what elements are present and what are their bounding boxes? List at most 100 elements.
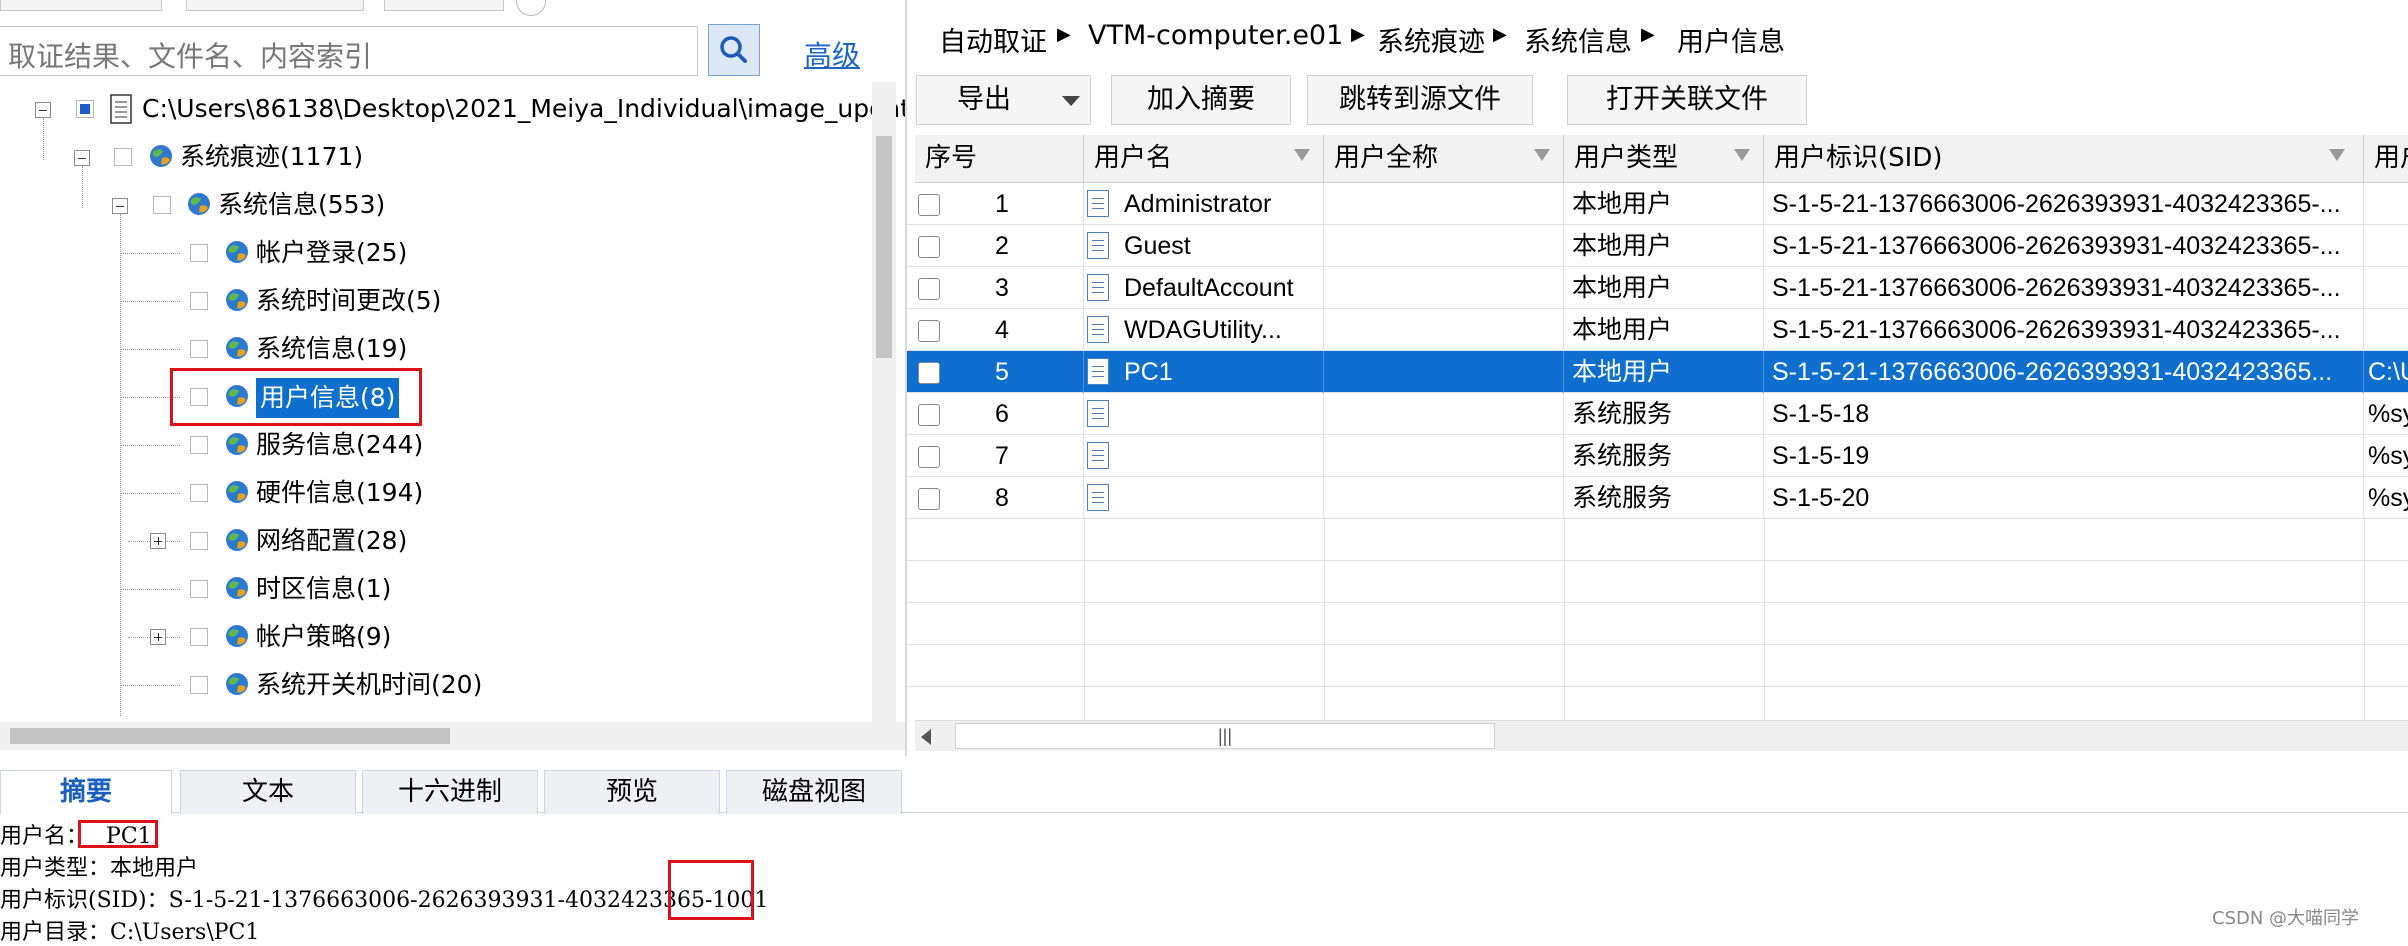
filter-icon[interactable] bbox=[1534, 149, 1550, 161]
globe-icon bbox=[224, 239, 250, 265]
search-input[interactable]: 取证结果、文件名、内容索引 bbox=[0, 26, 698, 76]
export-dropdown[interactable]: 导出 bbox=[916, 75, 1091, 125]
tree-item-power-times[interactable]: 系统开关机时间(20) bbox=[256, 668, 482, 702]
tree-checkbox[interactable] bbox=[153, 196, 171, 214]
cell-no: 4 bbox=[947, 309, 1084, 351]
tree-item-hardware-info[interactable]: 硬件信息(194) bbox=[256, 476, 423, 510]
breadcrumb-item-current[interactable]: 用户信息 bbox=[1677, 20, 1785, 59]
advanced-search-link[interactable]: 高级 bbox=[804, 34, 860, 74]
tree-root-path[interactable]: C:\Users\86138\Desktop\2021_Meiya_Indivi… bbox=[142, 92, 957, 126]
row-checkbox[interactable] bbox=[918, 446, 940, 468]
table-row[interactable]: 6 系统服务 S-1-5-18 %sys bbox=[907, 393, 2408, 435]
tab-summary[interactable]: 摘要 bbox=[0, 770, 172, 814]
tree-horizontal-scrollbar[interactable] bbox=[0, 722, 905, 750]
row-checkbox[interactable] bbox=[918, 362, 940, 384]
tab-disk-view[interactable]: 磁盘视图 bbox=[726, 770, 902, 814]
tree-item-account-login[interactable]: 帐户登录(25) bbox=[256, 236, 407, 270]
tree-vertical-scrollbar[interactable] bbox=[872, 82, 896, 722]
cell-extra bbox=[2364, 225, 2408, 267]
tree-item-system-info[interactable]: 系统信息(19) bbox=[256, 332, 407, 366]
table-row-selected[interactable]: 5 PC1 本地用户 S-1-5-21-1376663006-262639393… bbox=[907, 351, 2408, 393]
scroll-thumb[interactable] bbox=[876, 136, 892, 358]
tree-item-service-info[interactable]: 服务信息(244) bbox=[256, 428, 423, 462]
row-checkbox[interactable] bbox=[918, 320, 940, 342]
scroll-thumb[interactable]: ||| bbox=[955, 723, 1495, 749]
cell-fullname bbox=[1324, 309, 1564, 351]
detail-user-type: 用户类型：本地用户 bbox=[0, 856, 199, 881]
cell-extra: %sys bbox=[2368, 400, 2408, 428]
column-header-no[interactable]: 序号 bbox=[915, 135, 1084, 183]
open-related-button[interactable]: 打开关联文件 bbox=[1567, 75, 1807, 125]
cell-sid: S-1-5-18 bbox=[1764, 393, 2364, 435]
header-label: 用户标识(SID) bbox=[1774, 143, 1943, 173]
detail-user-dir: 用户目录：C:\Users\PC1 bbox=[0, 920, 260, 945]
tree-item-time-change[interactable]: 系统时间更改(5) bbox=[256, 284, 441, 318]
tab-text[interactable]: 文本 bbox=[180, 770, 356, 814]
row-checkbox[interactable] bbox=[918, 488, 940, 510]
tree-checkbox[interactable] bbox=[190, 628, 208, 646]
tree-checkbox[interactable] bbox=[190, 532, 208, 550]
column-header-fullname[interactable]: 用户全称 bbox=[1324, 135, 1564, 183]
tree-checkbox[interactable] bbox=[76, 100, 94, 118]
tree-item-account-policy[interactable]: 帐户策略(9) bbox=[256, 620, 391, 654]
table-row[interactable]: 1 Administrator 本地用户 S-1-5-21-1376663006… bbox=[907, 183, 2408, 225]
table-row[interactable]: 2 Guest 本地用户 S-1-5-21-1376663006-2626393… bbox=[907, 225, 2408, 267]
row-checkbox[interactable] bbox=[918, 236, 940, 258]
column-header-usertype[interactable]: 用户类型 bbox=[1564, 135, 1764, 183]
toolbar-stub[interactable] bbox=[384, 0, 504, 11]
breadcrumb-item[interactable]: 自动取证 bbox=[939, 20, 1047, 59]
filter-icon[interactable] bbox=[1734, 149, 1750, 161]
collapse-icon[interactable] bbox=[112, 198, 128, 214]
toolbar-stub[interactable] bbox=[186, 0, 364, 11]
search-button[interactable] bbox=[708, 24, 760, 76]
collapse-icon[interactable] bbox=[35, 102, 51, 118]
goto-source-button[interactable]: 跳转到源文件 bbox=[1307, 75, 1533, 125]
cell-sid: S-1-5-21-1376663006-2626393931-403242336… bbox=[1764, 309, 2364, 351]
add-summary-button[interactable]: 加入摘要 bbox=[1111, 75, 1291, 125]
column-header-username[interactable]: 用户名 bbox=[1084, 135, 1324, 183]
row-checkbox[interactable] bbox=[918, 194, 940, 216]
tree-checkbox[interactable] bbox=[190, 340, 208, 358]
filter-icon[interactable] bbox=[2329, 149, 2345, 161]
scroll-left-icon[interactable] bbox=[921, 729, 931, 745]
breadcrumb-item[interactable]: VTM-computer.e01 bbox=[1088, 20, 1343, 51]
row-checkbox[interactable] bbox=[918, 404, 940, 426]
tree-checkbox[interactable] bbox=[190, 244, 208, 262]
table-row[interactable]: 4 WDAGUtility... 本地用户 S-1-5-21-137666300… bbox=[907, 309, 2408, 351]
toolbar-stub[interactable] bbox=[0, 0, 162, 11]
column-header-sid[interactable]: 用户标识(SID) bbox=[1764, 135, 2364, 183]
breadcrumb: 自动取证 ▶ VTM-computer.e01 ▶ 系统痕迹 ▶ 系统信息 ▶ … bbox=[907, 0, 2408, 70]
collapse-icon[interactable] bbox=[74, 150, 90, 166]
table-row[interactable]: 7 系统服务 S-1-5-19 %sys bbox=[907, 435, 2408, 477]
tree-checkbox[interactable] bbox=[190, 292, 208, 310]
breadcrumb-item[interactable]: 系统信息 bbox=[1524, 20, 1632, 59]
tree-item-network-config[interactable]: 网络配置(28) bbox=[256, 524, 407, 558]
cell-no: 8 bbox=[947, 477, 1084, 519]
tree-checkbox[interactable] bbox=[190, 676, 208, 694]
tree-node-system-trace[interactable]: 系统痕迹(1171) bbox=[180, 140, 363, 174]
toolbar-stub-round[interactable] bbox=[516, 0, 546, 16]
cell-fullname bbox=[1324, 225, 1564, 267]
table-row[interactable]: 8 系统服务 S-1-5-20 %sys bbox=[907, 477, 2408, 519]
tree-checkbox[interactable] bbox=[190, 580, 208, 598]
tree-checkbox[interactable] bbox=[190, 484, 208, 502]
table-horizontal-scrollbar[interactable]: ||| bbox=[915, 720, 2408, 751]
tree-node-system-info[interactable]: 系统信息(553) bbox=[218, 188, 385, 222]
cell-username: DefaultAccount bbox=[1084, 267, 1324, 309]
breadcrumb-item[interactable]: 系统痕迹 bbox=[1377, 20, 1485, 59]
tab-preview[interactable]: 预览 bbox=[544, 770, 720, 814]
row-checkbox[interactable] bbox=[918, 278, 940, 300]
tree-item-timezone[interactable]: 时区信息(1) bbox=[256, 572, 391, 606]
table-row[interactable]: 3 DefaultAccount 本地用户 S-1-5-21-137666300… bbox=[907, 267, 2408, 309]
cell-sid: S-1-5-20 bbox=[1764, 477, 2364, 519]
column-header-extra[interactable]: 用户 bbox=[2364, 135, 2408, 183]
scroll-thumb[interactable] bbox=[10, 728, 450, 744]
tab-hex[interactable]: 十六进制 bbox=[362, 770, 538, 814]
filter-icon[interactable] bbox=[1294, 149, 1310, 161]
expand-icon[interactable] bbox=[150, 629, 166, 645]
tree-checkbox[interactable] bbox=[190, 436, 208, 454]
empty-row bbox=[907, 519, 2408, 561]
expand-icon[interactable] bbox=[150, 533, 166, 549]
cell-usertype: 系统服务 bbox=[1564, 477, 1764, 519]
tree-checkbox[interactable] bbox=[114, 148, 132, 166]
